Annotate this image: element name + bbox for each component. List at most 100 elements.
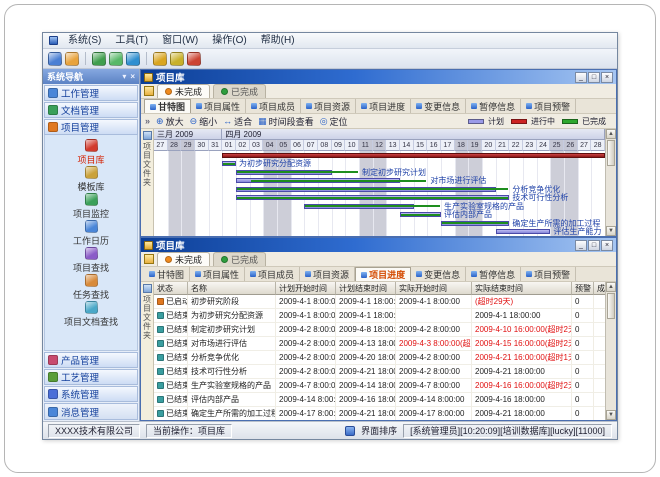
scroll-up-icon[interactable]: ▲ bbox=[606, 129, 616, 139]
scroll-thumb[interactable] bbox=[607, 140, 615, 166]
column-header[interactable]: 实际开始时间 bbox=[396, 282, 472, 295]
chevron-down-icon[interactable]: ▾ bbox=[122, 72, 126, 81]
sidebar-item[interactable]: 项目库 bbox=[45, 139, 137, 166]
sidebar-item[interactable]: 项目监控 bbox=[45, 193, 137, 220]
tab[interactable]: 甘特图 bbox=[144, 99, 191, 113]
window-titlebar[interactable]: 项目库 _ □ × bbox=[141, 238, 616, 252]
sidebar-item[interactable]: 工作日历 bbox=[45, 220, 137, 247]
table-cell: 技术可行性分析 bbox=[188, 365, 276, 379]
sidebar-section[interactable]: 工艺管理 bbox=[44, 369, 138, 385]
sidebar-section[interactable]: 产品管理 bbox=[44, 352, 138, 368]
table-row[interactable]: 已启动初步研究阶段2009-4-1 8:00:002009-4-1 18:00:… bbox=[154, 295, 605, 309]
table-row[interactable]: 已结束评估内部产品2009-4-14 8:00:002009-4-16 18:0… bbox=[154, 393, 605, 407]
side-strip[interactable]: 项目文件夹 bbox=[141, 282, 154, 420]
table-row[interactable]: 已结束技术可行性分析2009-4-2 8:00:002009-4-21 18:0… bbox=[154, 365, 605, 379]
menu-item[interactable]: 帮助(H) bbox=[254, 33, 302, 48]
tab[interactable]: 暂停信息 bbox=[466, 267, 521, 281]
tab[interactable]: 项目资源 bbox=[301, 99, 356, 113]
tab[interactable]: 项目成员 bbox=[246, 99, 301, 113]
minimize-button[interactable]: _ bbox=[575, 72, 587, 83]
table-row[interactable]: 已结束制定初步研究计划2009-4-2 8:00:002009-4-8 18:0… bbox=[154, 323, 605, 337]
status-label: 已结束 bbox=[166, 311, 188, 320]
filter-tab[interactable]: 未完成 bbox=[157, 84, 210, 98]
tab[interactable]: 项目资源 bbox=[300, 267, 355, 281]
scroll-up-icon[interactable]: ▲ bbox=[606, 282, 616, 292]
close-button[interactable]: × bbox=[601, 240, 613, 251]
layout-icon[interactable] bbox=[345, 426, 355, 436]
sidebar-item[interactable]: 项目查找 bbox=[45, 247, 137, 274]
menu-item[interactable]: 操作(O) bbox=[205, 33, 253, 48]
save-icon[interactable] bbox=[48, 52, 62, 66]
gantt-plan-bar[interactable] bbox=[496, 229, 551, 234]
zoom-out-button[interactable]: ⊖缩小 bbox=[190, 115, 218, 128]
tab[interactable]: 甘特图 bbox=[144, 267, 190, 281]
scroll-thumb[interactable] bbox=[607, 293, 615, 319]
sidebar-item[interactable]: 任务查找 bbox=[45, 274, 137, 301]
tab[interactable]: 项目成员 bbox=[245, 267, 300, 281]
column-header[interactable]: 计划开始时间 bbox=[276, 282, 336, 295]
fit-button[interactable]: ↔适合 bbox=[223, 115, 252, 128]
exit-icon[interactable] bbox=[187, 52, 201, 66]
table-row[interactable]: 已结束生产实验室规格的产品2009-4-7 8:00:002009-4-14 1… bbox=[154, 379, 605, 393]
export-icon[interactable] bbox=[65, 52, 79, 66]
forward-icon[interactable] bbox=[109, 52, 123, 66]
vertical-scrollbar[interactable]: ▲ ▼ bbox=[605, 282, 616, 420]
tab[interactable]: 项目属性 bbox=[190, 267, 245, 281]
vertical-scrollbar[interactable]: ▲ ▼ bbox=[605, 129, 616, 236]
column-header[interactable]: 名称 bbox=[188, 282, 276, 295]
filter-tab[interactable]: 未完成 bbox=[157, 252, 210, 266]
time-range-button[interactable]: ▦时间段查看 bbox=[258, 115, 314, 128]
gantt-summary-bar[interactable] bbox=[222, 153, 605, 158]
column-header[interactable]: 状态 bbox=[154, 282, 188, 295]
window-titlebar[interactable]: 项目库 _ □ × bbox=[141, 70, 616, 84]
sidebar-item[interactable]: 模板库 bbox=[45, 166, 137, 193]
back-icon[interactable] bbox=[92, 52, 106, 66]
status-icon bbox=[157, 298, 164, 305]
tab[interactable]: 项目进度 bbox=[356, 99, 411, 113]
locate-button[interactable]: ◎定位 bbox=[320, 115, 348, 128]
filter-tab[interactable]: 已完成 bbox=[213, 252, 266, 266]
folder-icon bbox=[144, 86, 154, 96]
sidebar-section[interactable]: 项目管理 bbox=[44, 119, 138, 135]
tab[interactable]: 暂停信息 bbox=[466, 99, 521, 113]
sidebar-item[interactable]: 项目文档查找 bbox=[45, 301, 137, 328]
filter-tab[interactable]: 已完成 bbox=[213, 84, 266, 98]
close-icon[interactable]: × bbox=[130, 72, 135, 81]
refresh-icon[interactable] bbox=[126, 52, 140, 66]
scroll-down-icon[interactable]: ▼ bbox=[606, 226, 616, 236]
minimize-button[interactable]: _ bbox=[575, 240, 587, 251]
sort-label[interactable]: 界面排序 bbox=[361, 424, 397, 437]
tab[interactable]: 项目预警 bbox=[521, 267, 576, 281]
sidebar-section[interactable]: 文档管理 bbox=[44, 102, 138, 118]
table-row[interactable]: 已结束确定生产所需的加工过程2009-4-17 8:00:002009-4-21… bbox=[154, 407, 605, 420]
zoom-in-button[interactable]: ⊕放大 bbox=[156, 115, 184, 128]
sidebar-footer-label: 消息管理 bbox=[61, 405, 99, 419]
column-header[interactable]: 计划结束时间 bbox=[336, 282, 396, 295]
key-icon[interactable] bbox=[170, 52, 184, 66]
tab[interactable]: 项目属性 bbox=[191, 99, 246, 113]
table-row[interactable]: 已结束为初步研究分配资源2009-4-1 8:00:002009-4-1 18:… bbox=[154, 309, 605, 323]
menu-item[interactable]: 窗口(W) bbox=[155, 33, 205, 48]
maximize-button[interactable]: □ bbox=[588, 72, 600, 83]
column-header[interactable]: 实际结束时间 bbox=[472, 282, 572, 295]
maximize-button[interactable]: □ bbox=[588, 240, 600, 251]
lock-icon[interactable] bbox=[153, 52, 167, 66]
table-cell: 2009-4-1 8:00:00 bbox=[276, 309, 336, 323]
scroll-down-icon[interactable]: ▼ bbox=[606, 410, 616, 420]
table-row[interactable]: 已结束分析竞争优化2009-4-2 8:00:002009-4-20 18:00… bbox=[154, 351, 605, 365]
menu-item[interactable]: 系统(S) bbox=[61, 33, 108, 48]
sidebar-section[interactable]: 系统管理 bbox=[44, 386, 138, 402]
tab[interactable]: 变更信息 bbox=[411, 267, 466, 281]
side-strip[interactable]: 项目文件夹 bbox=[141, 129, 154, 236]
sidebar-footer-messages[interactable]: 消息管理 bbox=[44, 403, 138, 420]
close-button[interactable]: × bbox=[601, 72, 613, 83]
column-header[interactable]: 预警 bbox=[572, 282, 594, 295]
toolbar-grip-icon[interactable]: » bbox=[145, 116, 150, 126]
column-header[interactable]: 成本 bbox=[594, 282, 605, 295]
sidebar-section[interactable]: 工作管理 bbox=[44, 85, 138, 101]
tab[interactable]: 项目进度 bbox=[355, 267, 411, 281]
tab[interactable]: 项目预警 bbox=[521, 99, 576, 113]
menu-item[interactable]: 工具(T) bbox=[108, 33, 155, 48]
tab[interactable]: 变更信息 bbox=[411, 99, 466, 113]
table-row[interactable]: 已结束对市场进行评估2009-4-2 8:00:002009-4-13 18:0… bbox=[154, 337, 605, 351]
